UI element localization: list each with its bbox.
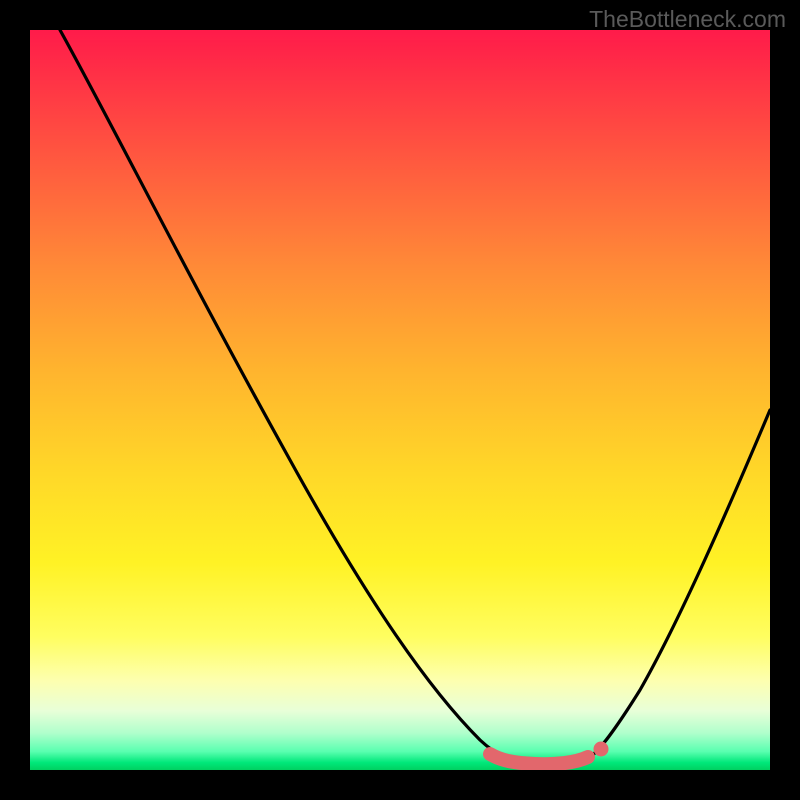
bottleneck-optimal-marker	[594, 742, 609, 757]
chart-frame	[30, 30, 770, 770]
watermark-text: TheBottleneck.com	[589, 6, 786, 33]
bottleneck-optimal-range	[490, 754, 588, 764]
chart-svg	[30, 30, 770, 770]
bottleneck-curve	[60, 30, 770, 764]
